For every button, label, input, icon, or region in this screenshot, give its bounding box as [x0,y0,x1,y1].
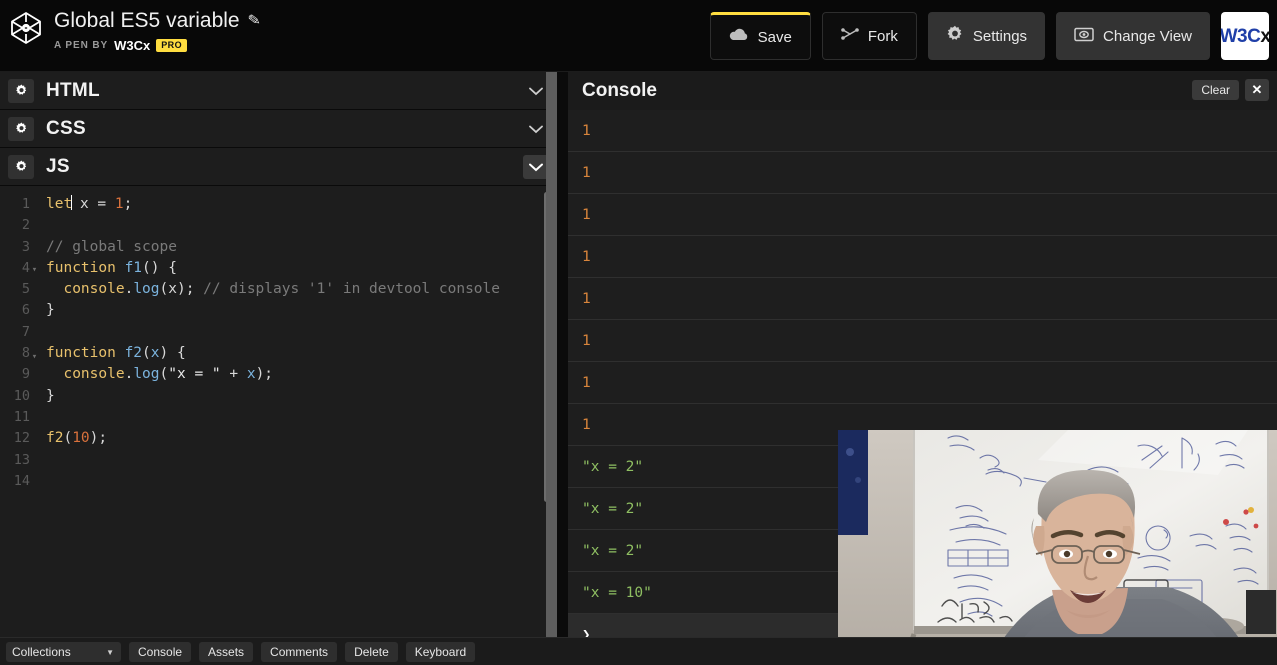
gear-icon [946,25,964,47]
save-button-label: Save [757,28,792,46]
clear-console-button[interactable]: Clear [1192,80,1239,100]
console-row: 1 [568,236,1277,278]
pencil-icon[interactable]: ✎ [246,7,262,34]
console-header-actions: Clear ✕ [1192,79,1269,101]
caret-down-icon: ▼ [106,647,114,657]
comments-button[interactable]: Comments [261,641,338,662]
brand-block: Global ES5 variable ✎ A PEN BY W3Cx PRO [8,7,262,53]
fold-arrow-icon[interactable]: ▾ [30,260,39,281]
editor-panel-css-label: CSS [46,117,86,139]
console-row: 1 [568,194,1277,236]
gear-icon[interactable] [8,154,34,179]
js-code-editor[interactable]: 1234567 8 9 10 11 12 13 14 ▾ ▾ let x = 1; // g… [0,186,557,637]
prompt-arrow-icon: ❯ [582,627,591,637]
editor-panel-css[interactable]: CSS [0,110,557,148]
editor-panel-js[interactable]: JS [0,148,557,186]
console-toggle-button[interactable]: Console [129,641,192,662]
assets-button[interactable]: Assets [199,641,254,662]
gear-icon[interactable] [8,78,34,103]
editor-fold-column[interactable]: ▾ ▾ [30,186,40,637]
pro-badge: PRO [156,39,188,52]
close-icon[interactable]: ✕ [1245,79,1269,101]
byline: A PEN BY W3Cx PRO [54,38,260,53]
webcam-video-overlay[interactable] [838,430,1277,665]
view-icon [1074,27,1094,46]
console-row: 1 [568,278,1277,320]
settings-button[interactable]: Settings [927,12,1046,60]
fork-button-label: Fork [867,27,898,45]
pen-title-text: Global ES5 variable [54,9,240,32]
title-wrap: Global ES5 variable ✎ A PEN BY W3Cx PRO [54,7,262,53]
settings-button-label: Settings [972,27,1028,45]
change-view-button-label: Change View [1103,27,1192,45]
editor-panel-html-label: HTML [46,79,100,101]
avatar-label-dark: x [1260,25,1269,47]
save-button[interactable]: Save [709,12,811,60]
delete-button[interactable]: Delete [345,641,398,662]
byline-prefix: A PEN BY [54,40,109,51]
column-resize-handle[interactable] [546,72,557,637]
console-title: Console [582,80,657,101]
editor-panel-html[interactable]: HTML [0,72,557,110]
codepen-editor-app: Global ES5 variable ✎ A PEN BY W3Cx PRO … [0,0,1277,665]
console-row: 1 [568,152,1277,194]
avatar[interactable]: W3Cx [1221,12,1269,60]
keyboard-button[interactable]: Keyboard [405,641,476,662]
author-name[interactable]: W3Cx [114,38,150,53]
cloud-icon [729,28,749,46]
header-actions: Save Fork Settings Change View W3Cx [709,12,1269,60]
bottom-toolbar: Collections ▼ Console Assets Comments De… [0,637,1277,665]
editor-column: HTML CSS JS 1 2 3 4 5 6 7 8 9 10 11 12 1… [0,72,557,637]
app-header: Global ES5 variable ✎ A PEN BY W3Cx PRO … [0,0,1277,72]
fold-arrow-icon[interactable]: ▾ [30,347,39,368]
collections-dropdown[interactable]: Collections ▼ [6,641,121,662]
collections-dropdown-label: Collections [12,644,71,659]
avatar-label-blue: W3C [1221,25,1261,47]
editor-gutter: 1234567 8 9 10 11 12 13 14 [13,196,30,489]
editor-panel-js-label: JS [46,155,70,177]
console-row: 1 [568,320,1277,362]
fork-button[interactable]: Fork [821,12,917,60]
change-view-button[interactable]: Change View [1056,12,1210,60]
text-cursor [71,195,73,210]
editor-code-text[interactable]: let x = 1; // global scope function f1() … [40,186,557,637]
codepen-hexagon-icon[interactable] [8,10,44,46]
gear-icon[interactable] [8,116,34,141]
fork-icon [841,27,859,45]
console-row: 1 [568,362,1277,404]
page-title[interactable]: Global ES5 variable ✎ [54,7,262,34]
console-header: Console Clear ✕ [568,72,1277,110]
console-row: 1 [568,110,1277,152]
